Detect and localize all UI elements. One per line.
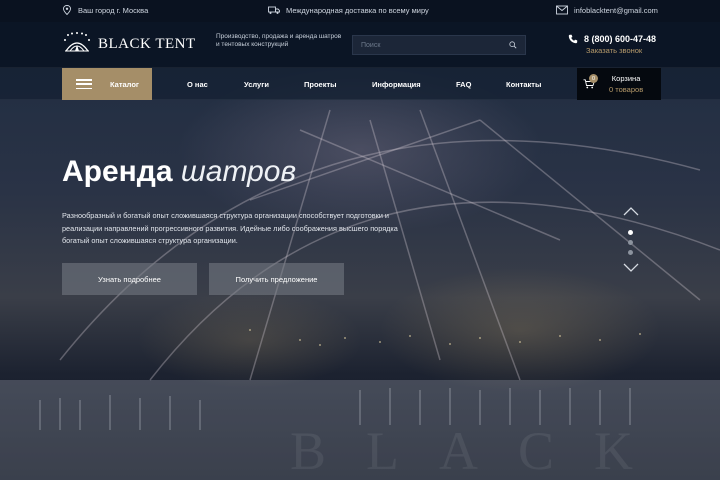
- cart-text: Корзина 0 товаров: [609, 74, 643, 94]
- hamburger-icon: [76, 79, 92, 89]
- logo-text: BLACK TENT: [98, 35, 196, 52]
- city-selector[interactable]: Ваш город г. Москва: [62, 5, 148, 15]
- envelope-icon: [556, 5, 568, 15]
- catalog-button[interactable]: Каталог: [62, 68, 152, 100]
- slider-up-arrow-icon[interactable]: [622, 205, 640, 217]
- email-label: infoblacktent@gmail.com: [574, 5, 658, 15]
- city-label: Ваш город г. Москва: [78, 5, 149, 15]
- cart-title: Корзина: [611, 74, 641, 83]
- catalog-label: Каталог: [110, 79, 140, 89]
- cart-button[interactable]: 0 Корзина 0 товаров: [577, 68, 661, 100]
- location-pin-icon: [63, 5, 71, 15]
- phone-icon: [568, 34, 578, 44]
- cart-count: 0 товаров: [609, 85, 644, 94]
- slider-dot-active[interactable]: [628, 230, 633, 235]
- nav-item-info[interactable]: Информация: [372, 80, 421, 89]
- learn-more-button[interactable]: Узнать подробнее: [62, 263, 197, 295]
- nav-item-services[interactable]: Услуги: [244, 80, 269, 89]
- slider-dot[interactable]: [628, 250, 633, 255]
- phone-number: 8 (800) 600-47-48: [584, 34, 657, 44]
- get-offer-button[interactable]: Получить предложение: [209, 263, 344, 295]
- main-navigation: Каталог О нас Услуги Проекты Информация …: [0, 68, 720, 100]
- truck-icon: [268, 6, 280, 14]
- callback-link[interactable]: Заказать звонок: [586, 46, 656, 55]
- tagline: Производство, продажа и аренда шатров и …: [216, 33, 342, 48]
- hero-description: Разнообразный и богатый опыт сложившаяся…: [62, 211, 398, 245]
- top-bar: Ваш город г. Москва Международная достав…: [0, 0, 720, 22]
- hero-title: Аренда шатров: [62, 155, 296, 189]
- search-input[interactable]: [361, 41, 509, 49]
- tent-logo-icon: [64, 32, 90, 52]
- hero-title-light: шатров: [180, 155, 297, 188]
- email-link[interactable]: infoblacktent@gmail.com: [556, 5, 658, 15]
- nav-item-contacts[interactable]: Контакты: [506, 80, 541, 89]
- hero-title-bold: Аренда: [62, 155, 173, 188]
- nav-item-projects[interactable]: Проекты: [304, 80, 337, 89]
- contact-block: 8 (800) 600-47-48 Заказать звонок: [568, 34, 656, 55]
- slider-down-arrow-icon[interactable]: [622, 262, 640, 274]
- site-header: BLACK TENT Производство, продажа и аренд…: [0, 22, 720, 68]
- search-box[interactable]: [352, 35, 526, 55]
- delivery-info: Международная доставка по всему миру: [268, 5, 429, 15]
- nav-item-faq[interactable]: FAQ: [456, 80, 471, 89]
- phone-link[interactable]: 8 (800) 600-47-48: [568, 34, 656, 44]
- nav-item-about[interactable]: О нас: [187, 80, 208, 89]
- logo[interactable]: BLACK TENT: [62, 31, 196, 57]
- cart-badge: 0: [589, 74, 598, 83]
- search-icon[interactable]: [509, 41, 517, 49]
- delivery-label: Международная доставка по всему миру: [286, 5, 429, 15]
- brand-watermark: BLACK TE: [290, 421, 720, 480]
- slider-dot[interactable]: [628, 240, 633, 245]
